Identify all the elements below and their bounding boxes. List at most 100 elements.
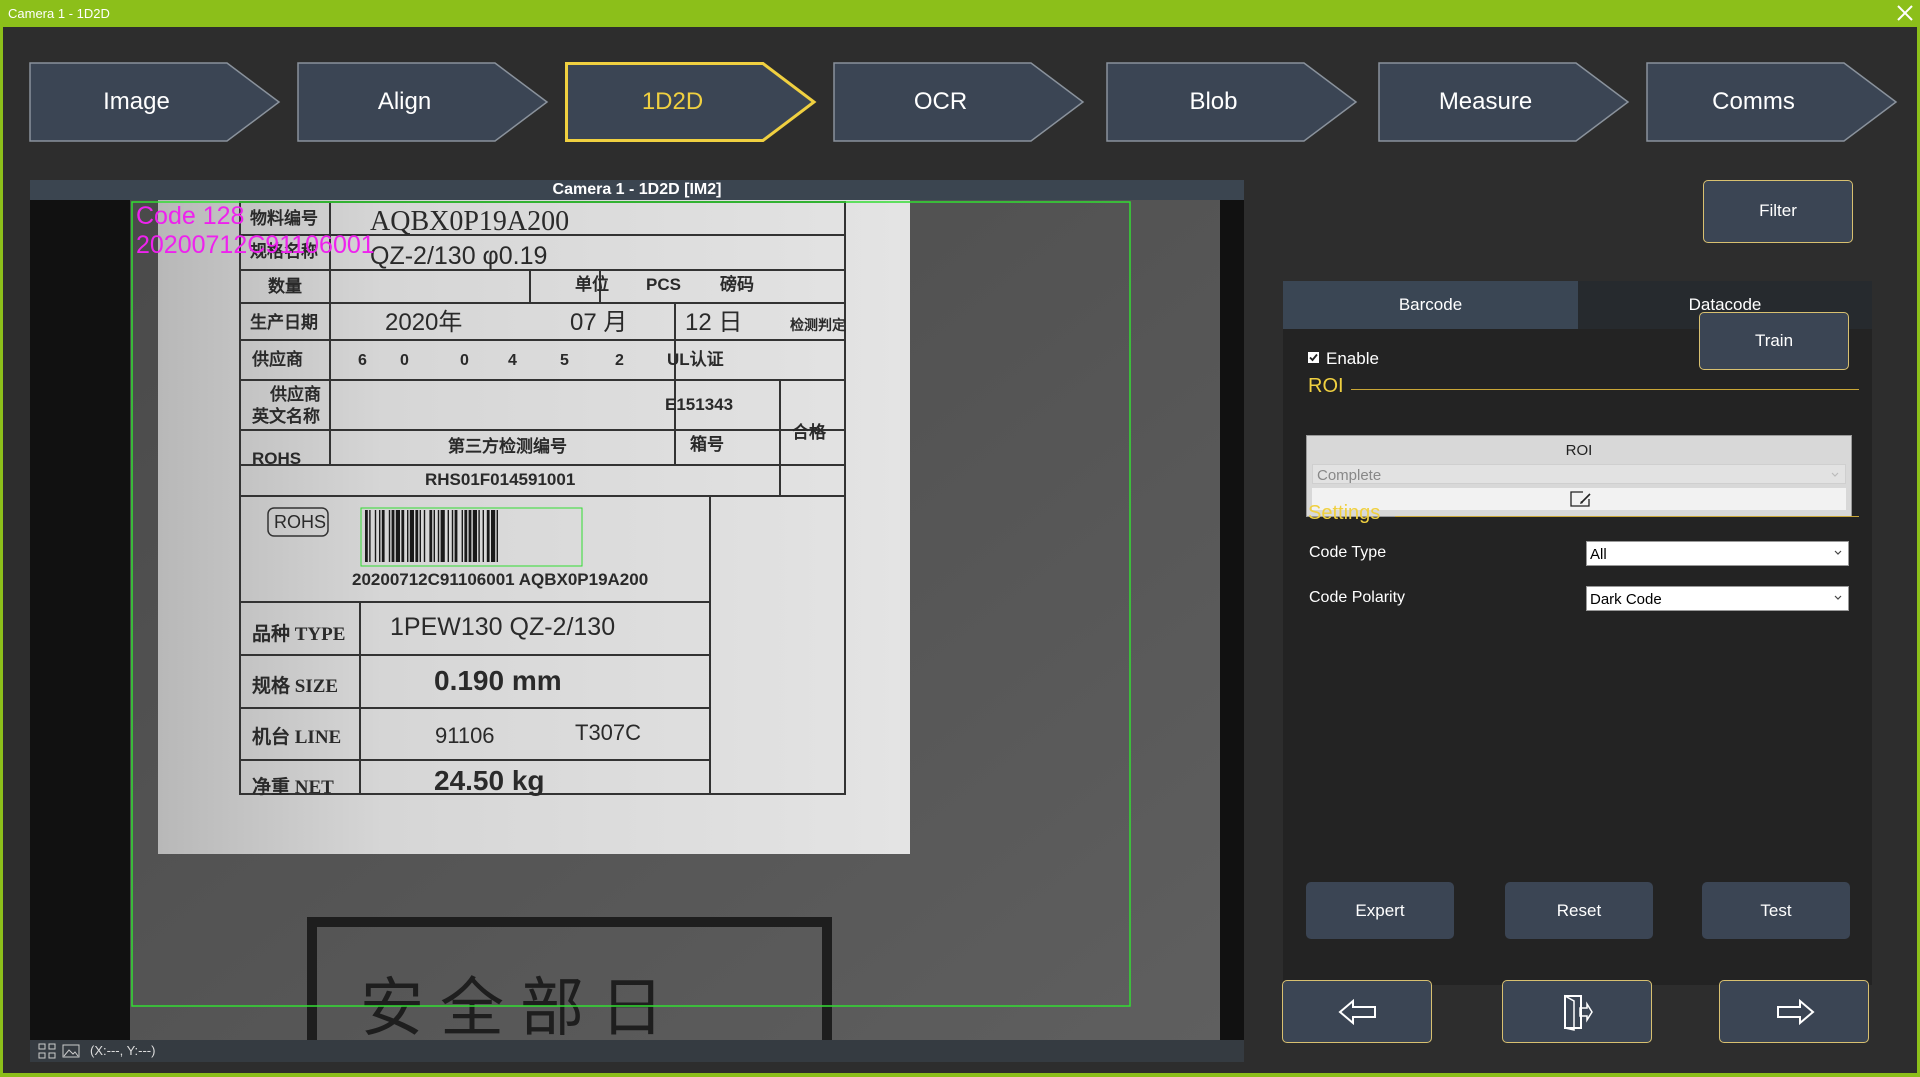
image-icon[interactable] bbox=[62, 1043, 80, 1059]
step-blob-label: Blob bbox=[1189, 88, 1238, 115]
barcode-bar bbox=[486, 510, 490, 562]
barcode-bar bbox=[407, 510, 409, 562]
tab-barcode[interactable]: Barcode bbox=[1283, 281, 1578, 329]
barcode-bar bbox=[423, 510, 426, 562]
step-ocr[interactable]: OCR bbox=[833, 62, 1085, 142]
step-measure[interactable]: Measure bbox=[1378, 62, 1630, 142]
step-blob[interactable]: Blob bbox=[1106, 62, 1358, 142]
result-decoded-string: 20200712C91106001 bbox=[136, 231, 375, 259]
reset-button-label: Reset bbox=[1556, 901, 1602, 920]
label-third-party: 第三方检测编号 bbox=[448, 436, 567, 456]
barcode-bar bbox=[429, 510, 433, 562]
label-ul-no: E151343 bbox=[665, 395, 733, 414]
label-rohs-no: RHS01F014591001 bbox=[425, 470, 575, 489]
label-line: 机台 LINE bbox=[252, 725, 341, 748]
barcode-bar bbox=[381, 510, 385, 562]
arrow-left-icon bbox=[1338, 999, 1376, 1025]
camera-viewer[interactable]: 物料编号 规格名称 数量 单位 PCS 磅码 生产日期 供应商 供应商 英文名称… bbox=[30, 200, 1244, 1040]
label-row-qty: 数量 bbox=[268, 276, 302, 296]
label-paper bbox=[158, 200, 910, 854]
barcode-bar bbox=[391, 510, 395, 562]
supplier-digit-3: 0 bbox=[460, 352, 469, 369]
barcode-bar bbox=[419, 510, 421, 562]
step-measure-label: Measure bbox=[1438, 88, 1533, 115]
label-row-supplier-en-2: 英文名称 bbox=[252, 406, 320, 426]
filter-button[interactable]: Filter bbox=[1703, 180, 1853, 243]
roi-group: ROI Complete bbox=[1306, 435, 1852, 517]
next-step-button[interactable] bbox=[1719, 980, 1869, 1043]
code-polarity-select[interactable]: Dark Code bbox=[1586, 586, 1849, 611]
label-row-supplier: 供应商 bbox=[251, 349, 303, 369]
enable-checkbox[interactable] bbox=[1308, 352, 1319, 363]
label-type-value: 1PEW130 QZ-2/130 bbox=[390, 613, 615, 641]
settings-section-divider bbox=[1395, 516, 1859, 517]
barcode-bar bbox=[388, 510, 391, 562]
label-line-value-2: T307C bbox=[575, 720, 641, 745]
roi-mode-value: Complete bbox=[1317, 467, 1382, 484]
barcode-bar bbox=[437, 510, 440, 562]
settings-panel bbox=[1283, 281, 1872, 985]
step-1d2d[interactable]: 1D2D bbox=[565, 62, 817, 142]
barcode-bar bbox=[451, 510, 454, 562]
step-comms[interactable]: Comms bbox=[1646, 62, 1898, 142]
viewer-header: Camera 1 - 1D2D [IM2] bbox=[30, 180, 1244, 200]
label-spec: QZ-2/130 φ0.19 bbox=[370, 242, 547, 270]
camera-image: 物料编号 规格名称 数量 单位 PCS 磅码 生产日期 供应商 供应商 英文名称… bbox=[30, 200, 1244, 1040]
chevron-down-icon bbox=[1834, 550, 1842, 555]
previous-step-button[interactable] bbox=[1282, 980, 1432, 1043]
main-area: Image Align 1D2D OCR Blob Measure Comms … bbox=[3, 27, 1917, 1073]
supplier-digit-2: 0 bbox=[400, 352, 409, 369]
label-type: 品种 TYPE bbox=[252, 623, 345, 645]
label-size-value: 0.190 mm bbox=[434, 665, 562, 696]
step-comms-label: Comms bbox=[1712, 88, 1795, 115]
step-align[interactable]: Align bbox=[297, 62, 549, 142]
test-button[interactable]: Test bbox=[1702, 882, 1850, 939]
settings-section-title: Settings bbox=[1308, 502, 1381, 524]
barcode-bar bbox=[415, 510, 419, 562]
label-day: 12 日 bbox=[685, 309, 742, 336]
train-button[interactable]: Train bbox=[1699, 312, 1849, 370]
label-rohs-label: ROHS bbox=[252, 449, 301, 468]
step-image-label: Image bbox=[103, 88, 170, 115]
viewer-title: Camera 1 - 1D2D [IM2] bbox=[552, 181, 722, 198]
barcode-bar bbox=[496, 510, 498, 562]
step-image[interactable]: Image bbox=[29, 62, 281, 142]
exit-button[interactable] bbox=[1502, 980, 1652, 1043]
code-type-value: All bbox=[1590, 546, 1607, 563]
label-row-material-no: 物料编号 bbox=[250, 208, 318, 228]
label-year: 2020年 bbox=[385, 309, 462, 336]
code-type-label: Code Type bbox=[1309, 544, 1387, 561]
barcode-bar bbox=[379, 510, 381, 562]
close-icon[interactable] bbox=[1894, 2, 1916, 24]
supplier-digit-1: 6 bbox=[358, 352, 367, 369]
barcode-bar bbox=[482, 510, 484, 562]
enable-label: Enable bbox=[1326, 349, 1379, 368]
barcode-bar bbox=[478, 510, 480, 562]
label-pass: 合格 bbox=[792, 422, 827, 442]
step-align-label: Align bbox=[377, 88, 432, 115]
chevron-down-icon bbox=[1834, 595, 1842, 600]
label-net: 净重 NET bbox=[252, 775, 334, 798]
viewer-status-bar: (X:---, Y:---) bbox=[30, 1040, 1244, 1062]
roi-mode-select[interactable]: Complete bbox=[1312, 464, 1846, 484]
barcode-bar bbox=[433, 510, 435, 562]
label-rohs-tag: ROHS bbox=[274, 512, 326, 532]
code-polarity-value: Dark Code bbox=[1590, 591, 1662, 608]
label-size: 规格 SIZE bbox=[252, 674, 338, 697]
reset-button[interactable]: Reset bbox=[1505, 882, 1653, 939]
expert-button[interactable]: Expert bbox=[1306, 882, 1454, 939]
barcode-bar bbox=[401, 510, 405, 562]
label-box-no: 箱号 bbox=[690, 434, 724, 454]
window-title: Camera 1 - 1D2D bbox=[8, 6, 110, 21]
label-row-supplier-en-1: 供应商 bbox=[269, 384, 321, 404]
barcode-bar bbox=[395, 510, 400, 562]
roi-edit-button[interactable] bbox=[1312, 488, 1846, 510]
fit-view-icon[interactable] bbox=[38, 1043, 56, 1059]
exit-door-icon bbox=[1564, 994, 1593, 1031]
code-type-select[interactable]: All bbox=[1586, 541, 1849, 566]
barcode-bar bbox=[454, 510, 458, 562]
barcode-bar bbox=[472, 510, 477, 562]
label-month: 07 月 bbox=[570, 309, 627, 336]
barcode-bar bbox=[374, 510, 377, 562]
result-code-type: Code 128 bbox=[136, 202, 244, 230]
